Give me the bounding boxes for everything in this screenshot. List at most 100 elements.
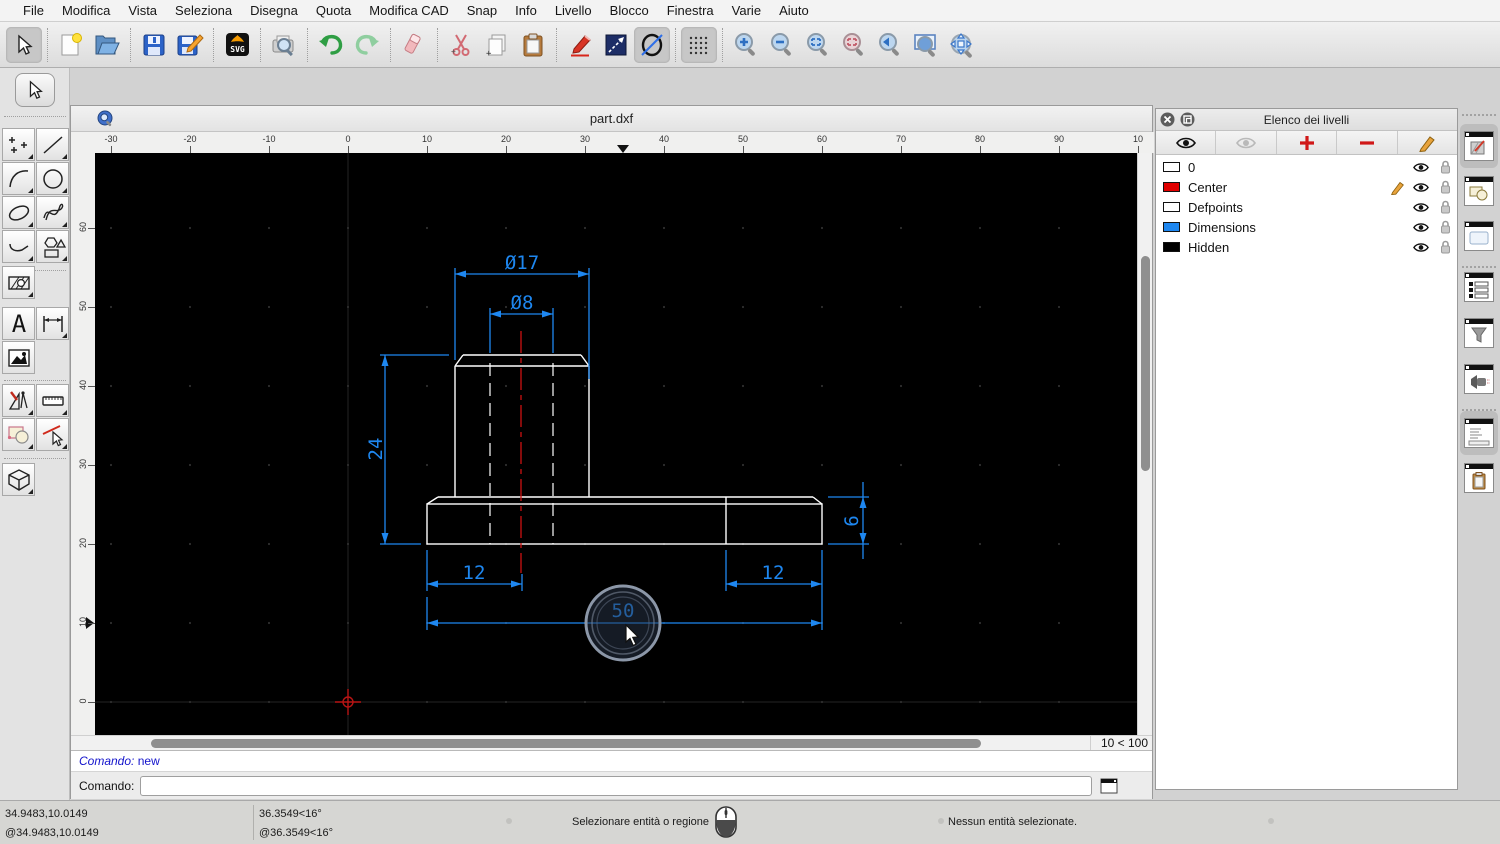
layer-row-hidden[interactable]: Hidden [1156, 237, 1457, 257]
paste-button[interactable] [515, 27, 551, 63]
draft-tools[interactable] [2, 384, 35, 417]
construction-toggle-button[interactable] [634, 27, 670, 63]
vertical-scrollbar-thumb[interactable] [1141, 256, 1150, 471]
pan-button[interactable] [944, 27, 980, 63]
points-tool[interactable] [2, 128, 35, 161]
layer-list-dock-button[interactable] [1464, 131, 1494, 161]
layer-lock-toggle[interactable] [1433, 240, 1457, 254]
menu-item-varie[interactable]: Varie [723, 3, 770, 18]
layer-lock-toggle[interactable] [1433, 220, 1457, 234]
menu-item-seleziona[interactable]: Seleziona [166, 3, 241, 18]
measure-tool[interactable] [36, 384, 69, 417]
remove-layer-button[interactable] [1337, 131, 1397, 154]
command-line-dock-button[interactable] [1464, 418, 1494, 448]
select-arrow-button[interactable] [6, 27, 42, 63]
arc-tool[interactable] [2, 162, 35, 195]
save-as-button[interactable] [172, 27, 208, 63]
edit-layer-button[interactable] [1398, 131, 1457, 154]
zoom-out-button[interactable] [764, 27, 800, 63]
grid-toggle-button[interactable] [681, 27, 717, 63]
lock-icon[interactable] [1440, 180, 1451, 194]
cut-button[interactable]: + [443, 27, 479, 63]
eye-icon[interactable] [1413, 182, 1429, 193]
copy-button[interactable]: + [479, 27, 515, 63]
solid-3d-tool[interactable] [2, 463, 35, 496]
property-editor-dock-button[interactable] [1464, 272, 1494, 302]
undo-button[interactable] [313, 27, 349, 63]
select-shapes-tool[interactable] [2, 418, 35, 451]
zoom-previous-button[interactable] [836, 27, 872, 63]
layer-visibility-toggle[interactable] [1409, 242, 1433, 253]
vertical-scrollbar[interactable] [1137, 153, 1152, 735]
menu-item-snap[interactable]: Snap [458, 3, 506, 18]
menu-item-modifica[interactable]: Modifica [53, 3, 119, 18]
add-layer-button[interactable] [1277, 131, 1337, 154]
command-input[interactable] [140, 776, 1092, 796]
menu-item-modifica-cad[interactable]: Modifica CAD [360, 3, 457, 18]
eye-icon[interactable] [1413, 242, 1429, 253]
command-announcer-dock-button[interactable] [1464, 364, 1494, 394]
open-file-button[interactable] [89, 27, 125, 63]
eye-icon[interactable] [1413, 162, 1429, 173]
dimensions[interactable] [380, 268, 869, 630]
polyline-tool[interactable] [2, 230, 35, 263]
shapes-tool[interactable] [36, 230, 69, 263]
zoom-back-button[interactable] [872, 27, 908, 63]
save-button[interactable] [136, 27, 172, 63]
part-outline[interactable] [427, 355, 822, 544]
redo-button[interactable] [349, 27, 385, 63]
menu-item-file[interactable]: File [14, 3, 53, 18]
palette-select-button[interactable] [15, 73, 55, 107]
lock-icon[interactable] [1440, 220, 1451, 234]
deselect-tool[interactable] [36, 418, 69, 451]
layer-visibility-toggle[interactable] [1409, 162, 1433, 173]
menu-item-aiuto[interactable]: Aiuto [770, 3, 818, 18]
menu-item-finestra[interactable]: Finestra [658, 3, 723, 18]
dimension-tool[interactable] [36, 307, 69, 340]
menu-item-livello[interactable]: Livello [546, 3, 601, 18]
lock-icon[interactable] [1440, 240, 1451, 254]
layer-row-center[interactable]: Center [1156, 177, 1457, 197]
layer-row-0[interactable]: 0 [1156, 157, 1457, 177]
drawing-canvas[interactable]: Ø17 Ø8 24 6 12 12 50 [95, 153, 1139, 735]
zoom-in-button[interactable] [728, 27, 764, 63]
ellipse-tool[interactable] [2, 196, 35, 229]
horizontal-scrollbar[interactable]: 10 < 100 [71, 735, 1152, 750]
svg-export-button[interactable]: SVG [219, 27, 255, 63]
layer-visibility-toggle[interactable] [1409, 182, 1433, 193]
menu-item-info[interactable]: Info [506, 3, 546, 18]
clipboard-dock-button[interactable] [1464, 463, 1494, 493]
eye-icon[interactable] [1413, 222, 1429, 233]
command-toggle-button[interactable] [1098, 776, 1120, 796]
lock-icon[interactable] [1440, 200, 1451, 214]
selection-filter-dock-button[interactable] [1464, 318, 1494, 348]
text-tool[interactable]: A [2, 307, 35, 340]
line-attributes-button[interactable] [598, 27, 634, 63]
line-tool[interactable] [36, 128, 69, 161]
zoom-window-button[interactable] [908, 27, 944, 63]
horizontal-scrollbar-thumb[interactable] [151, 739, 981, 748]
menu-item-quota[interactable]: Quota [307, 3, 360, 18]
draw-attributes-pencil-button[interactable] [562, 27, 598, 63]
circle-tool[interactable] [36, 162, 69, 195]
layer-visibility-toggle[interactable] [1409, 222, 1433, 233]
layer-row-dimensions[interactable]: Dimensions [1156, 217, 1457, 237]
layer-row-defpoints[interactable]: Defpoints [1156, 197, 1457, 217]
lock-icon[interactable] [1440, 160, 1451, 174]
layer-lock-toggle[interactable] [1433, 180, 1457, 194]
zoom-auto-button[interactable] [800, 27, 836, 63]
print-preview-button[interactable] [266, 27, 302, 63]
hide-all-layers-button[interactable] [1216, 131, 1276, 154]
image-tool[interactable] [2, 341, 35, 374]
hatch-tool[interactable] [2, 266, 35, 299]
layer-visibility-toggle[interactable] [1409, 202, 1433, 213]
spline-tool[interactable] [36, 196, 69, 229]
erase-button[interactable] [396, 27, 432, 63]
block-list-dock-button[interactable] [1464, 176, 1494, 206]
menu-item-disegna[interactable]: Disegna [241, 3, 307, 18]
document-titlebar[interactable]: part.dxf [71, 106, 1152, 132]
layer-lock-toggle[interactable] [1433, 160, 1457, 174]
menu-item-vista[interactable]: Vista [119, 3, 166, 18]
menu-item-blocco[interactable]: Blocco [601, 3, 658, 18]
layer-lock-toggle[interactable] [1433, 200, 1457, 214]
